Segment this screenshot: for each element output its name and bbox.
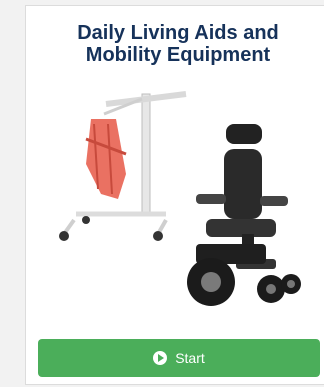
card-title-line-1: Daily Living Aids and [77,22,279,44]
card-title-line-2: Mobility Equipment [85,44,271,66]
patient-lift-icon [59,91,187,241]
mobility-equipment-illustration [59,91,301,306]
category-card: Daily Living Aids and Mobility Equipment [25,5,324,385]
card-title: Daily Living Aids and Mobility Equipment [34,22,322,66]
power-wheelchair-icon [187,124,301,306]
play-circle-icon [153,351,168,365]
start-button-label: Start [175,350,205,366]
start-button[interactable]: Start [38,339,320,377]
